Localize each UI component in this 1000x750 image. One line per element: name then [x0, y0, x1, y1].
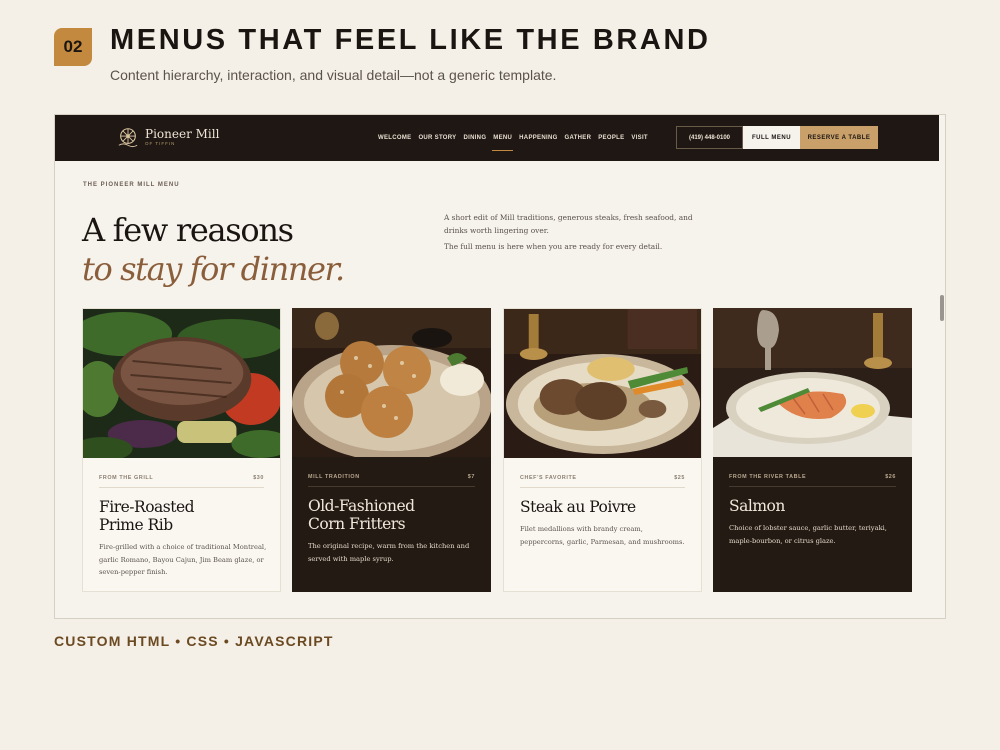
- main-navigation: WELCOME OUR STORY DINING MENU HAPPENING …: [378, 115, 648, 161]
- nav-dining[interactable]: DINING: [463, 135, 486, 141]
- slide-number-badge: 02: [54, 28, 92, 66]
- hero-intro: A short edit of Mill traditions, generou…: [444, 211, 694, 256]
- website-screenshot-frame: Pioneer Mill OF TIFFIN WELCOME OUR STORY…: [54, 114, 946, 619]
- menu-card-prime-rib[interactable]: FROM THE GRILL $30 Fire-Roasted Prime Ri…: [82, 308, 281, 592]
- salmon-plate-photo: [713, 308, 912, 457]
- card-meta: MILL TRADITION $7: [308, 474, 475, 487]
- card-meta: CHEF'S FAVORITE $25: [520, 475, 685, 488]
- menu-card-corn-fritters[interactable]: MILL TRADITION $7 Old-Fashioned Corn Fri…: [292, 308, 491, 592]
- steak-au-poivre-photo: [504, 309, 701, 458]
- site-logo[interactable]: Pioneer Mill OF TIFFIN: [117, 126, 219, 148]
- card-category: MILL TRADITION: [308, 474, 360, 480]
- nav-welcome[interactable]: WELCOME: [378, 135, 411, 141]
- scrollbar-thumb[interactable]: [940, 295, 944, 321]
- card-description: The original recipe, warm from the kitch…: [308, 542, 470, 563]
- hero-heading: A few reasons: [82, 211, 294, 249]
- card-dish-name: Fire-Roasted Prime Rib: [99, 498, 195, 534]
- card-price: $7: [467, 474, 475, 480]
- full-menu-button[interactable]: FULL MENU: [743, 126, 800, 149]
- card-price: $26: [885, 474, 896, 480]
- tech-stack-footer: CUSTOM HTML • CSS • JAVASCRIPT: [54, 633, 334, 649]
- slide-title: MENUS THAT FEEL LIKE THE BRAND: [110, 24, 711, 56]
- slide-subtitle: Content hierarchy, interaction, and visu…: [110, 67, 557, 83]
- card-meta: FROM THE RIVER TABLE $26: [729, 474, 896, 487]
- grilled-steak-photo: [83, 309, 280, 458]
- menu-card-steak-au-poivre[interactable]: CHEF'S FAVORITE $25 Steak au Poivre File…: [503, 308, 702, 592]
- intro-paragraph-2: The full menu is here when you are ready…: [444, 242, 663, 251]
- logo-tagline: OF TIFFIN: [145, 140, 176, 146]
- card-category: FROM THE RIVER TABLE: [729, 474, 807, 480]
- card-category: CHEF'S FAVORITE: [520, 475, 577, 481]
- card-dish-name: Old-Fashioned Corn Fritters: [308, 497, 415, 533]
- corn-fritters-photo: [292, 308, 491, 457]
- logo-name: Pioneer Mill: [145, 126, 220, 141]
- intro-paragraph-1: A short edit of Mill traditions, generou…: [444, 213, 693, 235]
- nav-people[interactable]: PEOPLE: [598, 135, 624, 141]
- menu-card-salmon[interactable]: FROM THE RIVER TABLE $26 Salmon Choice o…: [713, 308, 912, 592]
- mill-wheel-icon: [118, 128, 138, 148]
- card-dish-name: Steak au Poivre: [520, 498, 636, 516]
- nav-happening[interactable]: HAPPENING: [519, 135, 557, 141]
- nav-gather[interactable]: GATHER: [565, 135, 592, 141]
- card-category: FROM THE GRILL: [99, 475, 154, 481]
- card-dish-name: Salmon: [729, 497, 785, 515]
- card-description: Choice of lobster sauce, garlic butter, …: [729, 524, 887, 545]
- card-price: $30: [253, 475, 264, 481]
- page-scrollbar[interactable]: [939, 115, 945, 618]
- phone-button[interactable]: (419) 448-0100: [676, 126, 743, 149]
- card-description: Filet medallions with brandy cream, pepp…: [520, 525, 685, 546]
- hero-heading-italic: to stay for dinner.: [82, 250, 345, 288]
- nav-visit[interactable]: VISIT: [631, 135, 648, 141]
- menu-eyebrow: THE PIONEER MILL MENU: [83, 182, 180, 188]
- card-price: $25: [674, 475, 685, 481]
- nav-menu[interactable]: MENU: [492, 135, 514, 151]
- nav-our-story[interactable]: OUR STORY: [418, 135, 456, 141]
- card-description: Fire-grilled with a choice of traditiona…: [99, 543, 267, 576]
- reserve-table-button[interactable]: RESERVE A TABLE: [800, 126, 878, 149]
- site-header: Pioneer Mill OF TIFFIN WELCOME OUR STORY…: [55, 115, 941, 161]
- card-meta: FROM THE GRILL $30: [99, 475, 264, 488]
